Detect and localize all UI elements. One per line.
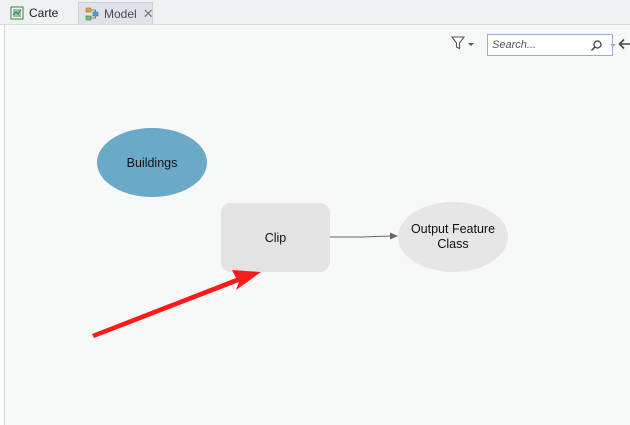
filter-button[interactable]: [450, 35, 480, 56]
tab-model[interactable]: Model ✕: [78, 2, 154, 24]
node-buildings[interactable]: Buildings: [97, 128, 207, 197]
close-icon[interactable]: ✕: [143, 7, 154, 20]
node-clip-label: Clip: [264, 230, 287, 245]
map-icon: [10, 6, 24, 20]
model-icon: [85, 7, 99, 21]
back-button[interactable]: [617, 36, 630, 52]
tab-strip: Carte Model ✕: [0, 0, 630, 25]
back-arrow-icon: [617, 38, 630, 56]
chevron-down-icon: [466, 36, 476, 54]
search-input[interactable]: [488, 39, 584, 51]
tab-carte[interactable]: Carte: [4, 2, 72, 24]
search-dropdown-chevron-icon[interactable]: [609, 41, 617, 49]
tab-carte-label: Carte: [29, 6, 59, 20]
filter-icon: [450, 35, 466, 56]
node-output-label: Output Feature Class: [410, 222, 496, 251]
node-clip[interactable]: Clip: [221, 203, 330, 272]
node-buildings-label: Buildings: [126, 155, 178, 170]
search-icon[interactable]: [590, 39, 603, 52]
tab-model-label: Model: [104, 6, 137, 21]
search-box: [487, 34, 616, 56]
node-output-feature-class[interactable]: Output Feature Class: [398, 202, 508, 272]
